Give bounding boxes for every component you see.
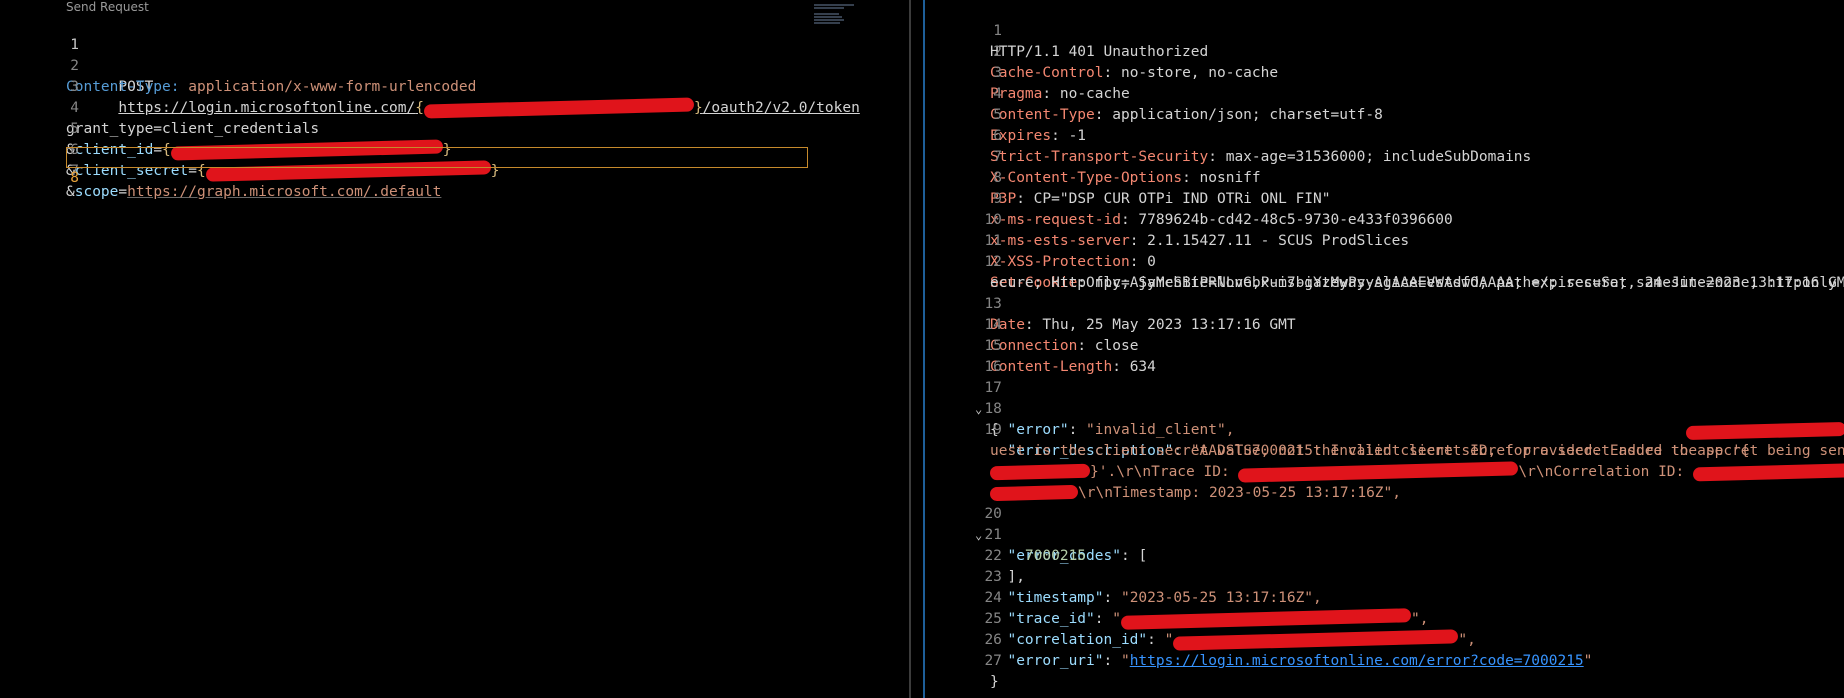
json-key: "error_uri" [1007, 653, 1104, 669]
editor-line-8[interactable]: 8 [0, 147, 909, 186]
param-key: scope [74, 184, 119, 200]
editor-line-4[interactable]: 4 grant_type=client_credentials [0, 77, 909, 137]
json-line-wrap: \r\nTimestamp: 2023-05-25 13:17:16Z", [925, 462, 1844, 502]
response-header-line: 3 Pragma: no-cache [925, 42, 1844, 102]
response-header-line: 5 Expires: -1 [925, 84, 1844, 144]
editor-line-6[interactable]: 6 &client_secret={} [0, 119, 909, 182]
response-header-line: 12 Set-Cookie: fpc=AjyMchBiPRlLvGbPui7bi… [925, 231, 1844, 291]
scope-value: https://graph.microsoft.com/.default [127, 184, 442, 200]
response-header-line: 10 x-ms-ests-server: 2.1.15427.11 - SCUS… [925, 189, 1844, 249]
response-line-16: 16 [925, 336, 1844, 375]
json-line-trace-id: 24 "trace_id": " ", [925, 567, 1844, 630]
line-number: 27 [984, 653, 1002, 669]
response-header-line: 2 Cache-Control: no-store, no-cache [925, 21, 1844, 81]
response-line-1: 1 HTTP/1.1 401 Unauthorized [925, 0, 1844, 60]
editor-line-1[interactable]: 1 POST https://login.microsoftonline.com… [0, 14, 909, 119]
response-header-line: 14 Connection: close [925, 294, 1844, 354]
response-viewer[interactable]: 1 HTTP/1.1 401 Unauthorized 2 Cache-Cont… [925, 0, 1844, 698]
response-header-line: 11 X-XSS-Protection: 0 [925, 210, 1844, 270]
response-header-line: 6 Strict-Transport-Security: max-age=315… [925, 105, 1844, 165]
json-line-error-uri: 26 "error_uri": "https://login.microsoft… [925, 609, 1844, 669]
editor-line-2[interactable]: 2 Content-Type: application/x-www-form-u… [0, 35, 909, 95]
pane-divider[interactable] [909, 0, 911, 698]
error-uri-link[interactable]: https://login.microsoftonline.com/error?… [1130, 653, 1584, 669]
editor-line-3[interactable]: 3 [0, 56, 909, 95]
redacted-app-id [1685, 421, 1844, 441]
json-line-error: 18 "error": "invalid_client", [925, 378, 1844, 438]
response-header-line: 8 P3P: CP="DSP CUR OTPi IND OTRi ONL FIN… [925, 147, 1844, 207]
json-line-code: 21 7000215 [925, 504, 1844, 564]
line-number: 8 [70, 170, 79, 186]
editor-line-5[interactable]: 5 &client_id={} [0, 98, 909, 161]
json-line-error-codes: 20 ⌄ "error_codes": [ [925, 483, 1844, 564]
response-header-line: 15 Content-Length: 634 [925, 315, 1844, 375]
quote: " [1120, 653, 1130, 669]
json-line-error-description: 19 "error_description": "AADSTS7000215: … [925, 399, 1844, 459]
json-brace: } [990, 674, 999, 690]
response-line-27: 27 } [925, 630, 1844, 690]
json-line-close: 22 ], [925, 525, 1844, 585]
json-line-timestamp: 23 "timestamp": "2023-05-25 13:17:16Z", [925, 546, 1844, 606]
equals: = [118, 184, 128, 200]
response-header-line: 7 X-Content-Type-Options: nosniff [925, 126, 1844, 186]
send-request-codelens[interactable]: Send Request [66, 0, 149, 14]
quote: " [1583, 653, 1593, 669]
json-line-wrap: }'.\r\nTrace ID: \r\nCorrelation ID: [925, 441, 1844, 483]
json-line-wrap: uest is the client secret value, not the… [925, 420, 1844, 459]
request-editor[interactable]: Send Request 1 POST https://login.micros… [0, 0, 909, 698]
json-line-correlation-id: 25 "correlation_id": " ", [925, 588, 1844, 651]
response-header-line: 4 Content-Type: application/json; charse… [925, 63, 1844, 123]
response-header-line: 9 x-ms-request-id: 7789624b-cd42-48c5-97… [925, 168, 1844, 228]
response-header-line: 13 Date: Thu, 25 May 2023 13:17:16 GMT [925, 273, 1844, 333]
response-header-line-wrap: ecure; HttpOnly; SameSite=None,x-ms-gate… [925, 252, 1844, 291]
response-line-17: 17 ⌄ { [925, 357, 1844, 438]
